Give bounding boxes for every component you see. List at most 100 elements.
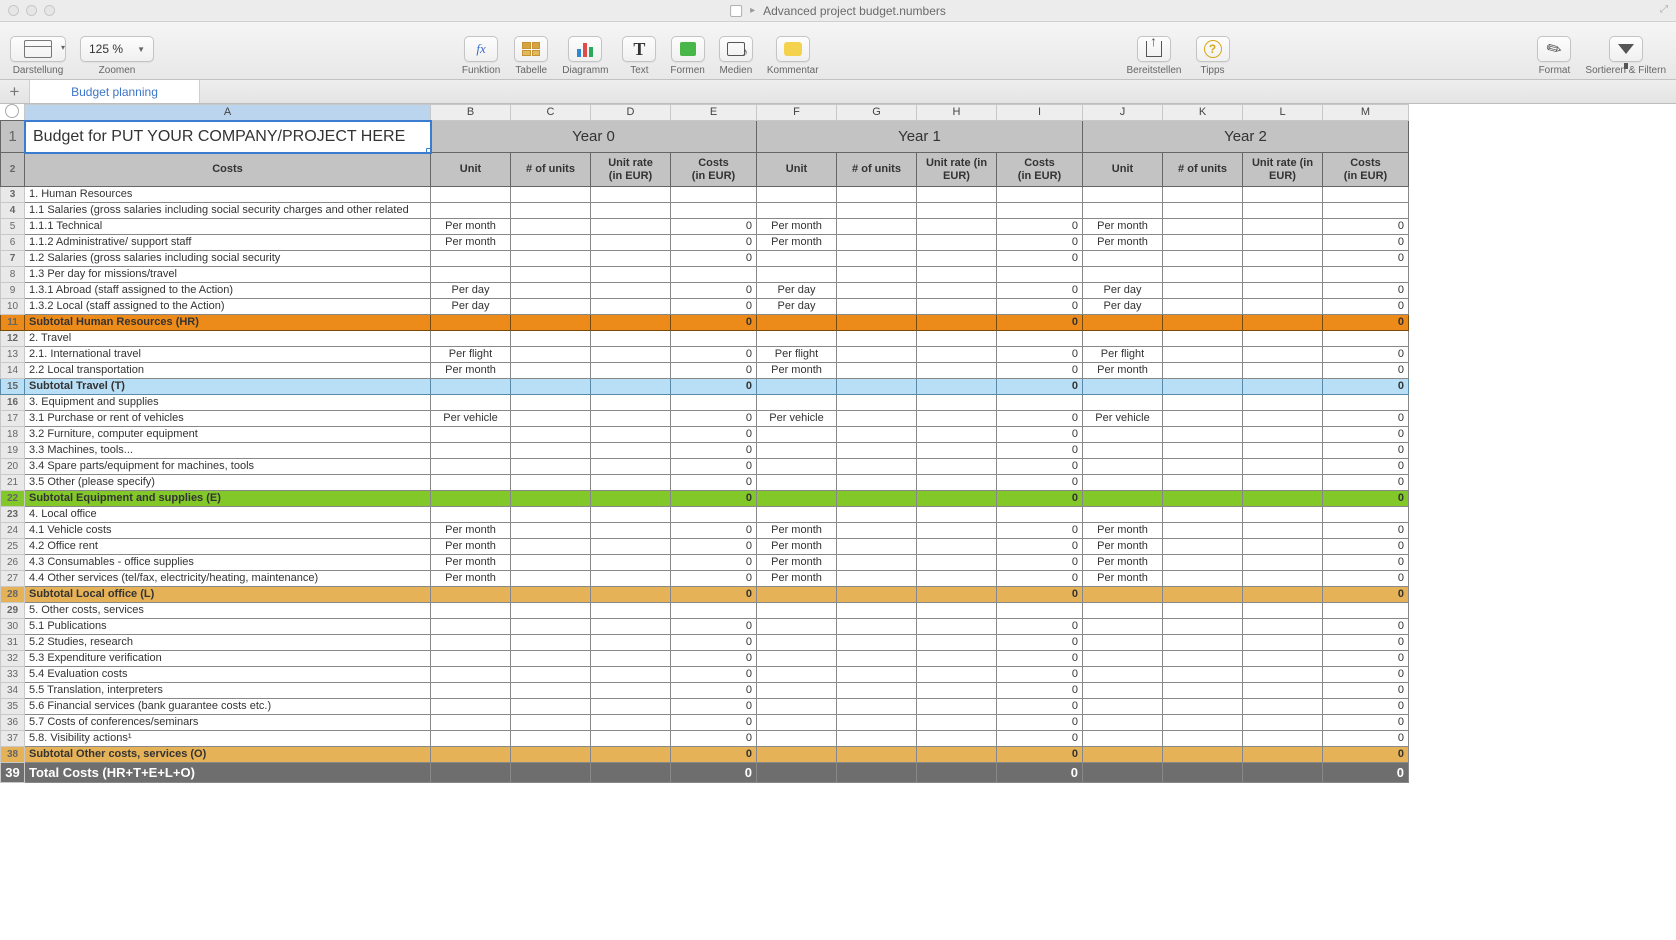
- cell[interactable]: [1243, 699, 1323, 715]
- row-header[interactable]: 15: [1, 379, 25, 395]
- cell[interactable]: 0: [997, 475, 1083, 491]
- row-header[interactable]: 30: [1, 619, 25, 635]
- cell[interactable]: [997, 203, 1083, 219]
- cell[interactable]: 0: [671, 315, 757, 331]
- cell[interactable]: [837, 251, 917, 267]
- cell[interactable]: 0: [997, 491, 1083, 507]
- cell[interactable]: [511, 635, 591, 651]
- cell[interactable]: [757, 635, 837, 651]
- row-header[interactable]: 38: [1, 747, 25, 763]
- cell[interactable]: [917, 331, 997, 347]
- cell[interactable]: [1243, 427, 1323, 443]
- cell[interactable]: [757, 459, 837, 475]
- cell[interactable]: [1083, 603, 1163, 619]
- cell[interactable]: [431, 331, 511, 347]
- cell[interactable]: Per month: [1083, 539, 1163, 555]
- cell[interactable]: [511, 187, 591, 203]
- cell-year2[interactable]: Year 2: [1083, 121, 1409, 153]
- row-header[interactable]: 18: [1, 427, 25, 443]
- cell[interactable]: [591, 411, 671, 427]
- cell[interactable]: Per month: [757, 539, 837, 555]
- cell[interactable]: [511, 235, 591, 251]
- cell[interactable]: [431, 603, 511, 619]
- row-header[interactable]: 9: [1, 283, 25, 299]
- cell[interactable]: [1163, 331, 1243, 347]
- cell[interactable]: [1163, 267, 1243, 283]
- cell[interactable]: 0: [997, 699, 1083, 715]
- col-header-L[interactable]: L: [1243, 105, 1323, 121]
- cell[interactable]: [1163, 443, 1243, 459]
- cell[interactable]: [917, 523, 997, 539]
- row-header[interactable]: 1: [1, 121, 25, 153]
- cell[interactable]: 1.2 Salaries (gross salaries including s…: [25, 251, 431, 267]
- cell[interactable]: [511, 539, 591, 555]
- cell[interactable]: [917, 635, 997, 651]
- col-header-H[interactable]: H: [917, 105, 997, 121]
- cell[interactable]: [1163, 763, 1243, 783]
- cell[interactable]: [1163, 571, 1243, 587]
- cell[interactable]: [837, 187, 917, 203]
- cell[interactable]: [1243, 443, 1323, 459]
- cell[interactable]: [917, 315, 997, 331]
- cell[interactable]: Per month: [431, 219, 511, 235]
- col-header-I[interactable]: I: [997, 105, 1083, 121]
- cell[interactable]: 0: [671, 747, 757, 763]
- cell[interactable]: [917, 539, 997, 555]
- cell[interactable]: [511, 651, 591, 667]
- cell[interactable]: 0: [671, 683, 757, 699]
- cell[interactable]: [431, 587, 511, 603]
- cell[interactable]: [757, 587, 837, 603]
- cell[interactable]: 0: [1323, 315, 1409, 331]
- cell[interactable]: 5.6 Financial services (bank guarantee c…: [25, 699, 431, 715]
- cell[interactable]: [837, 731, 917, 747]
- cell[interactable]: [1323, 331, 1409, 347]
- cell[interactable]: [997, 603, 1083, 619]
- cell[interactable]: 0: [1323, 347, 1409, 363]
- cell[interactable]: Subtotal Human Resources (HR): [25, 315, 431, 331]
- cell[interactable]: [917, 235, 997, 251]
- cell[interactable]: Per month: [431, 571, 511, 587]
- cell[interactable]: [1243, 475, 1323, 491]
- cell[interactable]: [1083, 443, 1163, 459]
- cell[interactable]: [757, 715, 837, 731]
- cell[interactable]: 0: [1323, 443, 1409, 459]
- cell[interactable]: [511, 283, 591, 299]
- cell[interactable]: [837, 603, 917, 619]
- cell[interactable]: [757, 763, 837, 783]
- cell[interactable]: Per month: [431, 539, 511, 555]
- cell[interactable]: Per flight: [431, 347, 511, 363]
- cell[interactable]: [917, 731, 997, 747]
- cell[interactable]: Per month: [1083, 523, 1163, 539]
- cell[interactable]: 0: [997, 379, 1083, 395]
- cell[interactable]: [1163, 251, 1243, 267]
- cell[interactable]: [511, 699, 591, 715]
- cell[interactable]: [1083, 731, 1163, 747]
- cell[interactable]: [671, 603, 757, 619]
- cell[interactable]: Per month: [431, 555, 511, 571]
- cell[interactable]: [1323, 507, 1409, 523]
- cell[interactable]: [1243, 347, 1323, 363]
- cell[interactable]: [591, 683, 671, 699]
- cell[interactable]: [757, 667, 837, 683]
- cell[interactable]: [1083, 747, 1163, 763]
- cell[interactable]: 0: [1323, 587, 1409, 603]
- cell[interactable]: 0: [997, 347, 1083, 363]
- media-button[interactable]: [719, 36, 753, 62]
- row-header[interactable]: 12: [1, 331, 25, 347]
- cell[interactable]: [511, 219, 591, 235]
- cell[interactable]: [1163, 635, 1243, 651]
- cell[interactable]: [1083, 395, 1163, 411]
- shapes-button[interactable]: [671, 36, 705, 62]
- cell[interactable]: 0: [1323, 731, 1409, 747]
- cell[interactable]: Per month: [757, 555, 837, 571]
- cell[interactable]: [511, 571, 591, 587]
- cell[interactable]: 0: [1323, 715, 1409, 731]
- cell[interactable]: Per month: [757, 235, 837, 251]
- cell[interactable]: [1083, 507, 1163, 523]
- cell[interactable]: 0: [997, 539, 1083, 555]
- row-header[interactable]: 28: [1, 587, 25, 603]
- cell[interactable]: [431, 683, 511, 699]
- col-header-B[interactable]: B: [431, 105, 511, 121]
- cell[interactable]: 0: [1323, 571, 1409, 587]
- cell[interactable]: [1243, 763, 1323, 783]
